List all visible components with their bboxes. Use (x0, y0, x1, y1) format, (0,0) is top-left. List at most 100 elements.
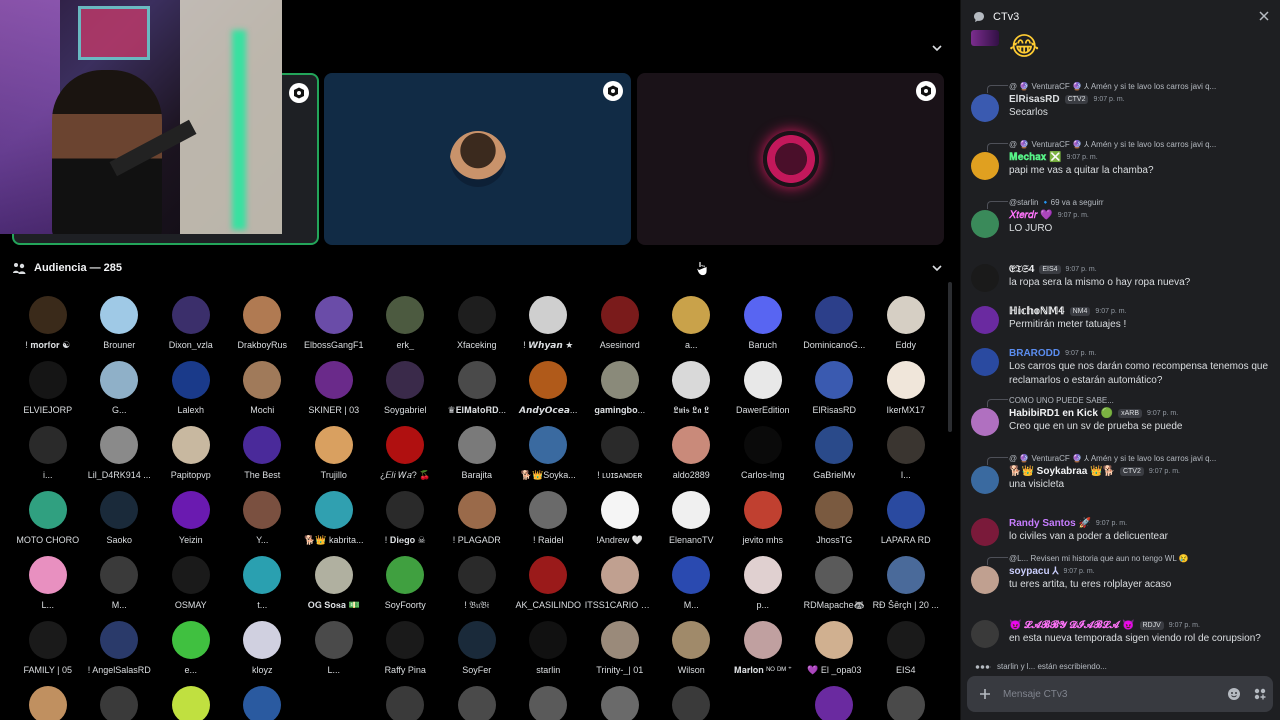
audience-member[interactable]: ! 𝐃𝐢𝐞𝐠𝐨 ☠ (370, 491, 442, 546)
audience-member[interactable]: JhossTG (799, 491, 871, 546)
message-avatar[interactable] (971, 620, 999, 648)
audience-member[interactable]: 🐕👑 kabrita... (298, 491, 370, 546)
chat-message[interactable]: COMO UNO PUEDE SABE... HabibiRD1 en Kick … (971, 394, 1271, 436)
message-author[interactable]: 🐕👑 Soykabraa 👑🐕 (1009, 466, 1115, 477)
reply-preview[interactable]: @starlin 🔹69 va a seguirr (1009, 196, 1271, 208)
message-avatar[interactable] (971, 566, 999, 594)
audience-member[interactable]: IkerMX17 (870, 361, 942, 416)
audience-member[interactable]: Saoko (84, 491, 156, 546)
audience-member[interactable]: Lil_D4RK914 ... (84, 426, 156, 481)
message-avatar[interactable] (971, 210, 999, 238)
audience-member[interactable]: M... (84, 556, 156, 611)
chat-message[interactable]: Randy Santos 🚀 9:07 p. m. lo civiles van a… (971, 516, 1271, 546)
audience-member[interactable]: ElbossGangF1 (298, 296, 370, 351)
audience-member[interactable]: M... (656, 556, 728, 611)
reply-preview[interactable]: COMO UNO PUEDE SABE... (1009, 394, 1271, 406)
audience-member[interactable]: RĐ Šērçh | 20 ... (870, 556, 942, 611)
chat-message[interactable]: @ 🔮 VenturaCF 🔮 ⅄ Amén y si te lavo los … (971, 452, 1271, 494)
message-avatar[interactable] (971, 30, 999, 46)
message-avatar[interactable] (971, 94, 999, 122)
audience-member[interactable]: ¿𝐸𝑙𝑖 𝑊𝑎? 🍒 (370, 426, 442, 481)
chat-message[interactable]: ℍ𝕚𝕔𝕙𝕠ℕ𝕄𝟜 NM4 9:07 p. m. Permitirán meter ta… (971, 304, 1271, 334)
audience-collapse-chevron-icon[interactable] (929, 260, 945, 276)
message-author[interactable]: Randy Santos 🚀 (1009, 518, 1091, 529)
reply-preview[interactable]: @L... Revisen mi historia que aun no ten… (1009, 552, 1271, 564)
audience-member[interactable]: Lalexh (155, 361, 227, 416)
audience-member[interactable] (727, 686, 799, 720)
reply-preview[interactable]: @ 🔮 VenturaCF 🔮 ⅄ Amén y si te lavo los … (1009, 452, 1271, 464)
audience-member[interactable]: Raffy Pina (370, 621, 442, 676)
audience-member[interactable]: Trinity-_| 01 (584, 621, 656, 676)
message-avatar[interactable] (971, 408, 999, 436)
audience-member[interactable]: 💜 El _opa03 (799, 621, 871, 676)
audience-member[interactable]: GaBrielMv (799, 426, 871, 481)
message-avatar[interactable] (971, 306, 999, 334)
message-author[interactable]: ElRisasRD (1009, 94, 1060, 105)
audience-member[interactable]: Soygabriel (370, 361, 442, 416)
chat-message[interactable]: @starlin 🔹69 va a seguirr 𝑋𝑡𝑒𝑟𝑑𝑟 💜 9:07 p.… (971, 196, 1271, 238)
audience-member[interactable]: 𝕷𝖚𝖎𝖘 𝕷𝖆 𝕷 (656, 361, 728, 416)
audience-member[interactable] (441, 686, 513, 720)
attach-plus-icon[interactable] (967, 676, 1003, 712)
audience-member[interactable] (298, 686, 370, 720)
audience-member[interactable]: kloyz (227, 621, 299, 676)
close-icon[interactable] (1258, 10, 1270, 22)
audience-member[interactable]: Trujillo (298, 426, 370, 481)
message-author[interactable]: soypacu ⅄ (1009, 566, 1058, 577)
audience-member[interactable]: ! PLAGADR (441, 491, 513, 546)
message-avatar[interactable] (971, 152, 999, 180)
audience-member[interactable]: ! ʟᴜɪꜱᴀɴᴅᴇʀ (584, 426, 656, 481)
audience-member[interactable]: LAPARA RD (870, 491, 942, 546)
audience-member[interactable]: Dixon_vzla (155, 296, 227, 351)
audience-member[interactable]: SoyFer (441, 621, 513, 676)
message-author[interactable]: HabibiRD1 en Kick 🟢 (1009, 408, 1113, 419)
audience-member[interactable]: ITSS1CARIO O... (584, 556, 656, 611)
message-author[interactable]: 𝔈𝔗𝔖4 (1009, 264, 1034, 275)
message-avatar[interactable] (971, 466, 999, 494)
audience-member[interactable]: Wilson (656, 621, 728, 676)
audience-member[interactable]: starlin (513, 621, 585, 676)
audience-member[interactable]: DrakboyRus (227, 296, 299, 351)
audience-member[interactable]: ! 𝙒𝙝𝙮𝙖𝙣 ★ (513, 296, 585, 351)
message-avatar[interactable] (971, 348, 999, 376)
message-author[interactable]: 𝑋𝑡𝑒𝑟𝑑𝑟 💜 (1009, 210, 1053, 221)
audience-member[interactable]: ! AngelSalasRD (84, 621, 156, 676)
message-author[interactable]: 😈 𝓛𝓐𝓑𝓑𝓨 𝓓𝓘𝓐𝓑𝓛𝓐 😈 (1009, 620, 1135, 631)
audience-member[interactable] (513, 686, 585, 720)
audience-member[interactable]: Brouner (84, 296, 156, 351)
audience-member[interactable]: G... (84, 361, 156, 416)
audience-member[interactable]: Carlos-lmg (727, 426, 799, 481)
audience-member[interactable] (84, 686, 156, 720)
audience-member[interactable]: ♛𝐄𝐥𝐌𝐚𝐭𝐨𝐑𝐃... (441, 361, 513, 416)
audience-member[interactable]: p... (727, 556, 799, 611)
audience-member[interactable]: 𝐌𝐚𝐫𝐥𝐨𝐧 ᴺᴼ ᴰᴹ ⁺ (727, 621, 799, 676)
reply-preview[interactable]: @ 🔮 VenturaCF 🔮 ⅄ Amén y si te lavo los … (1009, 138, 1271, 150)
audience-member[interactable]: Y... (227, 491, 299, 546)
audience-member[interactable]: ElRisasRD (799, 361, 871, 416)
message-author[interactable]: ℍ𝕚𝕔𝕙𝕠ℕ𝕄𝟜 (1009, 306, 1065, 317)
audience-member[interactable]: AK_CASILINDO (513, 556, 585, 611)
chat-message[interactable]: @L... Revisen mi historia que aun no ten… (971, 552, 1271, 594)
chat-message[interactable]: @ 🔮 VenturaCF 🔮 ⅄ Amén y si te lavo los … (971, 138, 1271, 180)
audience-member[interactable]: ElenanoTV (656, 491, 728, 546)
audience-member[interactable]: Baruch (727, 296, 799, 351)
audience-member[interactable] (155, 686, 227, 720)
audience-member[interactable]: ! 𝔅𝔲𝔅𝔦 (441, 556, 513, 611)
message-input[interactable] (1003, 688, 1221, 700)
reply-preview[interactable]: @ 🔮 VenturaCF 🔮 ⅄ Amén y si te lavo los … (1009, 80, 1271, 92)
speaker-tile-2[interactable] (324, 73, 631, 245)
audience-member[interactable]: DominicanoG... (799, 296, 871, 351)
audience-member[interactable]: L... (298, 621, 370, 676)
audience-member[interactable]: OSMAY (155, 556, 227, 611)
audience-member[interactable]: 𝐠𝐚𝐦𝐢𝐧𝐠𝐛𝐨... (584, 361, 656, 416)
audience-member[interactable]: ! Raidel (513, 491, 585, 546)
audience-member[interactable]: e... (155, 621, 227, 676)
audience-member[interactable]: !Andrew 🤍 (584, 491, 656, 546)
message-avatar[interactable] (971, 264, 999, 292)
chat-message[interactable]: 😈 𝓛𝓐𝓑𝓑𝓨 𝓓𝓘𝓐𝓑𝓛𝓐 😈 RDJV 9:07 p. m. en esta nu… (971, 618, 1271, 648)
audience-member[interactable]: Xfaceking (441, 296, 513, 351)
audience-member[interactable]: jevito mhs (727, 491, 799, 546)
audience-member[interactable]: erk_ (370, 296, 442, 351)
audience-member[interactable]: L... (12, 556, 84, 611)
apps-icon[interactable] (1247, 676, 1273, 712)
